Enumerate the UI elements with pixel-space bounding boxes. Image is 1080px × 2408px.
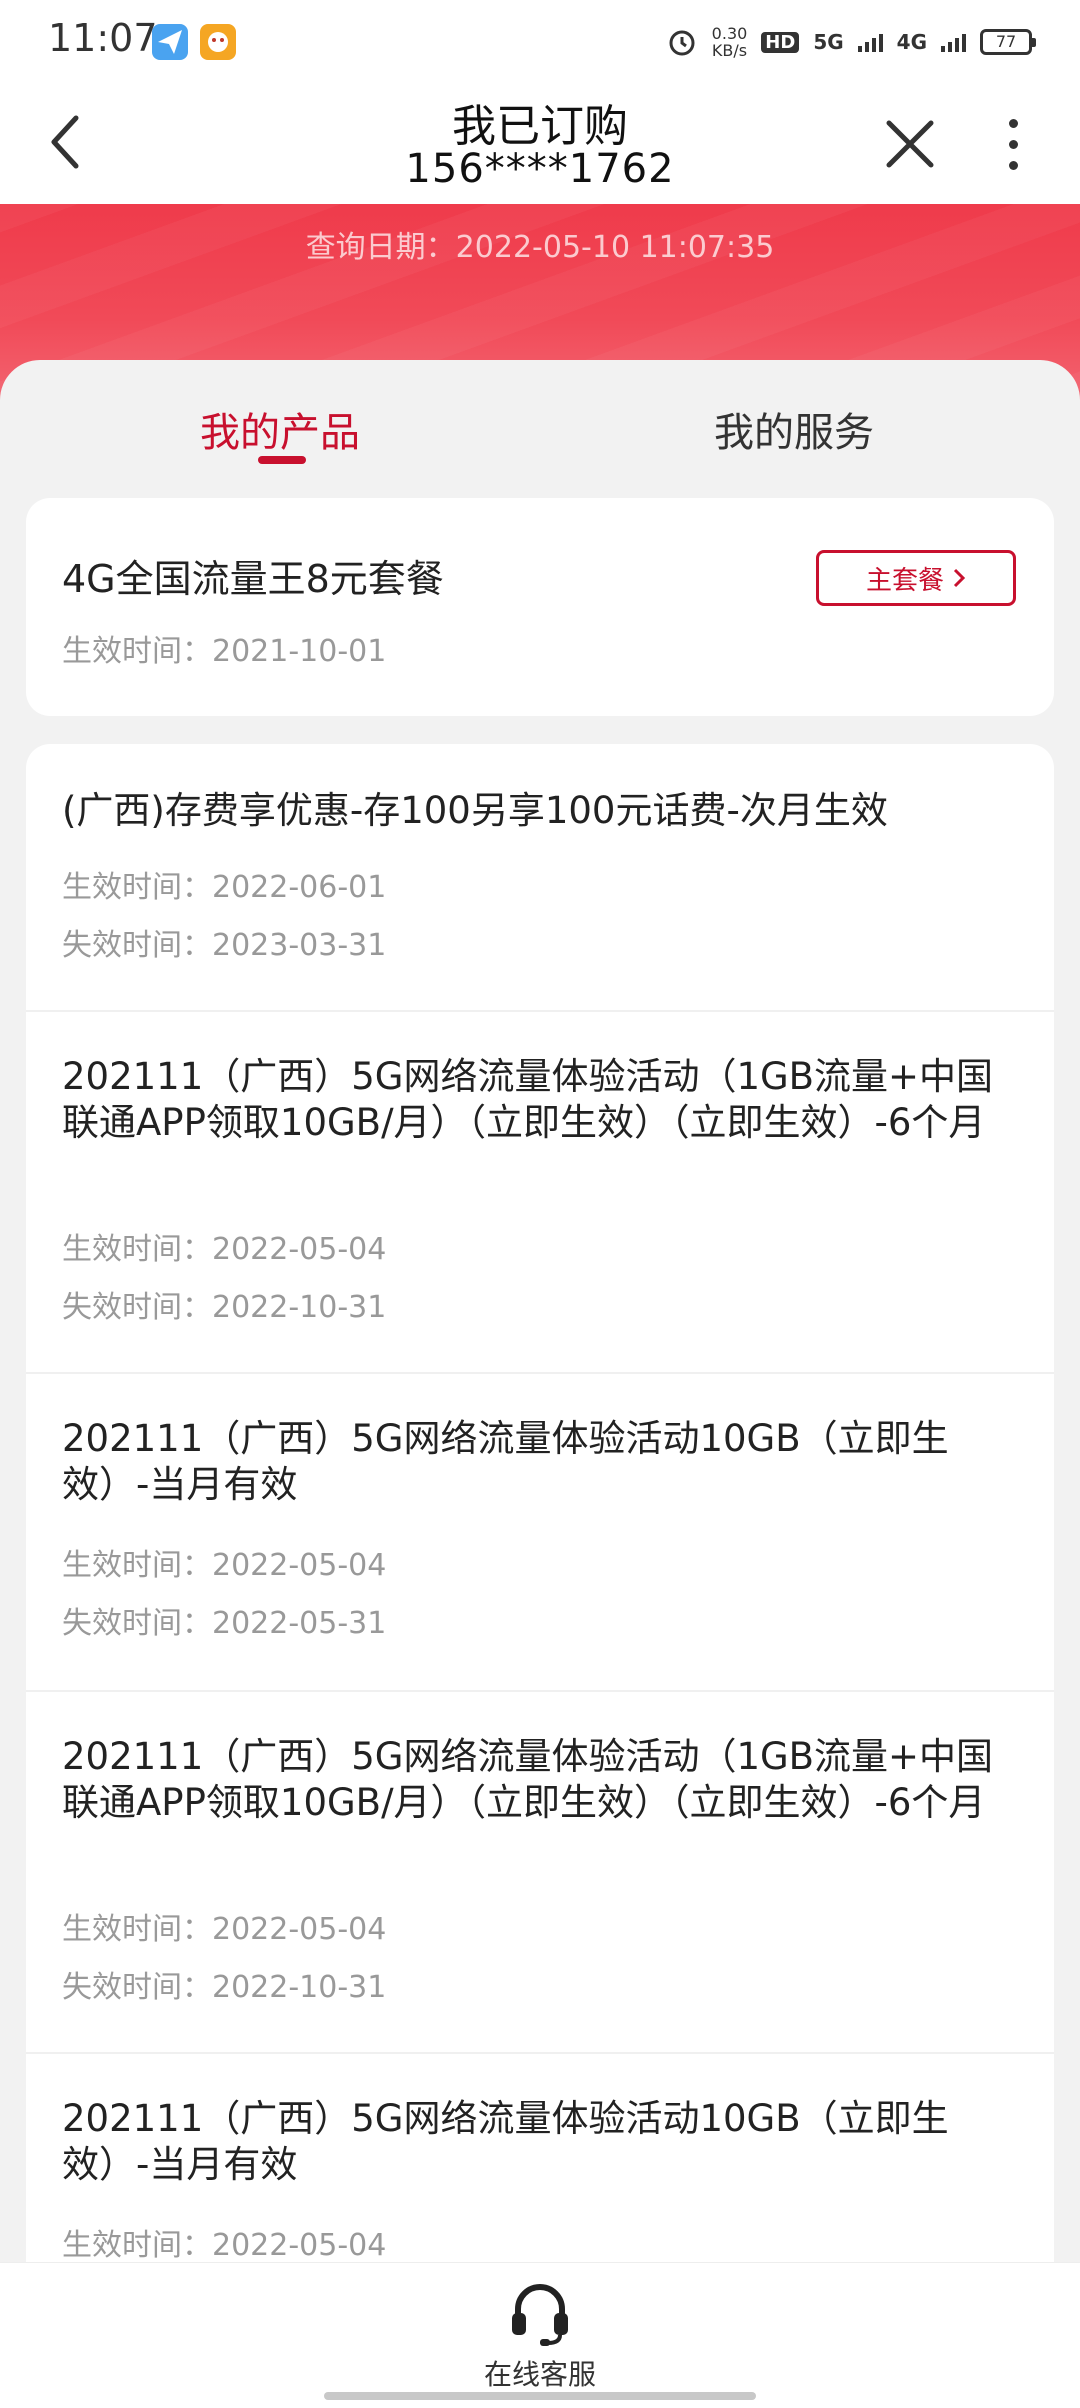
product-end-date: 失效时间：2023-03-31 — [62, 928, 387, 963]
tab-my-services[interactable]: 我的服务 — [714, 400, 874, 460]
product-list: (广西)存费享优惠-存100另享100元话费-次月生效 生效时间：2022-06… — [26, 744, 1054, 2364]
more-button[interactable] — [988, 104, 1038, 184]
close-icon — [886, 120, 934, 168]
notification-app-icon-2 — [200, 24, 236, 60]
product-name: 202111（广西）5G网络流量体验活动（1GB流量+中国联通APP领取10GB… — [62, 1735, 994, 1824]
headset-icon — [512, 2284, 568, 2346]
status-icons: 0.30 KB/s HD 5G 4G 77 — [666, 22, 1036, 62]
product-end-date: 失效时间：2022-05-31 — [62, 1606, 387, 1641]
home-indicator[interactable] — [324, 2392, 756, 2400]
product-start-date: 生效时间：2022-05-04 — [62, 2228, 387, 2263]
notification-app-icon — [152, 24, 188, 60]
product-start-date: 生效时间：2022-05-04 — [62, 1912, 387, 1947]
sim1-network: 5G — [813, 30, 844, 54]
main-package-start: 生效时间：2021-10-01 — [62, 634, 387, 669]
bottom-bar: 在线客服 — [0, 2262, 1080, 2408]
online-service-button[interactable]: 在线客服 — [440, 2277, 640, 2393]
battery-icon: 77 — [980, 29, 1036, 55]
signal-icon-2 — [941, 32, 966, 52]
online-service-label: 在线客服 — [483, 2358, 596, 2391]
list-item[interactable]: (广西)存费享优惠-存100另享100元话费-次月生效 生效时间：2022-06… — [26, 744, 1054, 1012]
signal-icon — [857, 32, 883, 52]
close-button[interactable] — [870, 104, 950, 184]
list-item[interactable]: 202111（广西）5G网络流量体验活动（1GB流量+中国联通APP领取10GB… — [26, 1012, 1054, 1374]
net-speed-value: 0.30 — [711, 24, 748, 43]
main-package-badge[interactable]: 主套餐 — [816, 550, 1016, 606]
more-dot-icon — [1008, 160, 1018, 170]
more-dot-icon — [1008, 118, 1018, 128]
alarm-icon — [669, 30, 695, 56]
sim2-network: 4G — [896, 30, 927, 54]
tab-bar: 我的产品 我的服务 — [0, 360, 1080, 500]
active-tab-indicator — [258, 456, 306, 464]
status-time: 11:07 — [48, 16, 158, 60]
product-name: 202111（广西）5G网络流量体验活动（1GB流量+中国联通APP领取10GB… — [62, 1055, 994, 1144]
nav-header: 我已订购 156****1762 — [0, 82, 1080, 204]
product-start-date: 生效时间：2022-06-01 — [62, 870, 387, 905]
product-name: 202111（广西）5G网络流量体验活动10GB（立即生效）-当月有效 — [62, 2097, 949, 2186]
product-name: 202111（广西）5G网络流量体验活动10GB（立即生效）-当月有效 — [62, 1417, 949, 1506]
list-item[interactable]: 202111（广西）5G网络流量体验活动（1GB流量+中国联通APP领取10GB… — [26, 1692, 1054, 2054]
product-start-date: 生效时间：2022-05-04 — [62, 1548, 387, 1583]
tab-my-products[interactable]: 我的产品 — [200, 400, 360, 460]
product-end-date: 失效时间：2022-10-31 — [62, 1290, 387, 1325]
net-speed-unit: KB/s — [711, 41, 748, 60]
net-speed: 0.30 KB/s — [712, 25, 748, 59]
more-dot-icon — [1008, 139, 1018, 149]
product-name: (广西)存费享优惠-存100另享100元话费-次月生效 — [62, 789, 888, 832]
query-date: 查询日期：2022-05-10 11:07:35 — [305, 230, 775, 265]
main-package-card[interactable]: 4G全国流量王8元套餐 主套餐 生效时间：2021-10-01 — [26, 498, 1054, 716]
product-start-date: 生效时间：2022-05-04 — [62, 1232, 387, 1267]
product-end-date: 失效时间：2022-10-31 — [62, 1970, 387, 2005]
chevron-right-icon — [953, 568, 966, 588]
list-item[interactable]: 202111（广西）5G网络流量体验活动10GB（立即生效）-当月有效 生效时间… — [26, 1374, 1054, 1692]
status-bar: 11:07 0.30 KB/s HD 5G 4G 77 — [0, 0, 1080, 82]
main-package-badge-label: 主套餐 — [865, 565, 944, 596]
hd-badge: HD — [761, 31, 800, 53]
main-package-name: 4G全国流量王8元套餐 — [62, 557, 444, 601]
